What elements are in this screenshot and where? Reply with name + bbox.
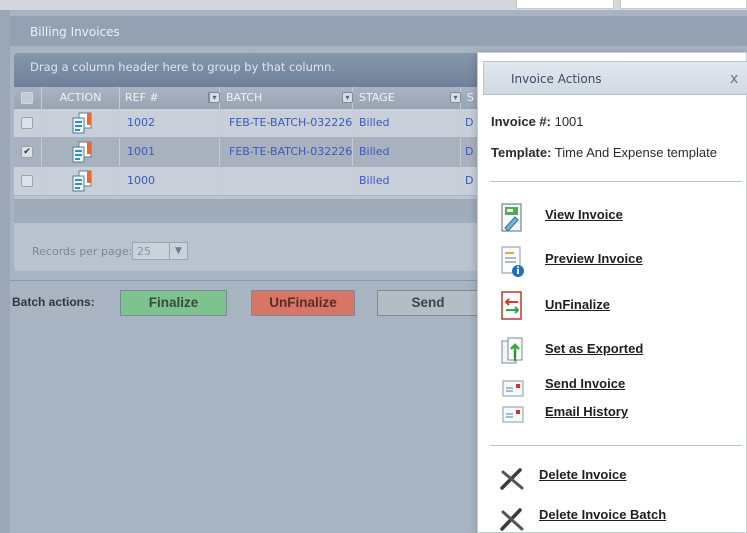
row-checkbox[interactable]	[21, 117, 33, 129]
row-stage: Billed	[353, 167, 461, 195]
row-checkbox[interactable]	[21, 175, 33, 187]
records-per-page-select[interactable]: 25 ▼	[132, 242, 188, 260]
email-history-icon[interactable]	[502, 406, 524, 423]
column-action[interactable]: ACTION	[42, 87, 120, 109]
records-per-page-value: 25	[137, 245, 151, 258]
preview-invoice-icon[interactable]	[500, 246, 526, 278]
column-batch[interactable]: BATCH ▾	[209, 87, 353, 109]
panel-header: Billing Invoices	[10, 16, 747, 46]
left-rail	[0, 10, 10, 533]
column-batch-label: BATCH	[226, 91, 263, 104]
invoices-grid: Drag a column header here to group by th…	[14, 53, 479, 271]
row-ref[interactable]: 1000	[120, 167, 220, 195]
row-select-cell	[14, 109, 42, 137]
invoice-template: Template: Time And Expense template	[491, 145, 717, 160]
invoice-action-icon[interactable]	[70, 141, 94, 164]
finalize-button[interactable]: Finalize	[120, 290, 227, 316]
divider	[10, 280, 480, 281]
top-tab[interactable]	[516, 0, 614, 9]
table-row[interactable]: 1000 Billed D	[14, 167, 479, 196]
template-label: Template:	[491, 145, 552, 160]
row-ref[interactable]: 1001	[120, 138, 220, 166]
table-row[interactable]: ✔ 1001 FEB-TE-BATCH-032226 Billed D	[14, 138, 479, 167]
grid-footer: Records per page: 25 ▼	[14, 224, 479, 271]
separator	[490, 445, 742, 446]
grid-header: ACTION REF # ▾ BATCH ▾ STAGE ▾ S ▾	[14, 87, 479, 109]
view-invoice-link[interactable]: View Invoice	[545, 207, 623, 222]
send-invoice-icon[interactable]	[502, 380, 524, 397]
header-select-all[interactable]	[14, 87, 42, 109]
select-all-checkbox[interactable]	[21, 92, 33, 104]
row-batch[interactable]: FEB-TE-BATCH-032226	[220, 109, 353, 137]
grid-empty-row	[14, 199, 479, 223]
set-exported-icon[interactable]	[500, 337, 526, 367]
unfinalize-icon[interactable]	[500, 291, 524, 321]
row-action-cell	[42, 138, 120, 166]
row-action-cell	[42, 109, 120, 137]
delete-invoice-batch-link[interactable]: Delete Invoice Batch	[539, 507, 666, 522]
dialog-title: Invoice Actions	[511, 72, 602, 86]
close-icon[interactable]: x	[730, 71, 738, 87]
top-strip	[0, 0, 747, 10]
row-batch[interactable]: FEB-TE-BATCH-032226	[220, 138, 353, 166]
row-stage: Billed	[353, 109, 461, 137]
top-tab[interactable]	[620, 0, 747, 9]
invoice-number: Invoice #: 1001	[491, 114, 584, 129]
invoice-number-label: Invoice #:	[491, 114, 551, 129]
delete-batch-icon[interactable]	[498, 505, 526, 531]
unfinalize-button[interactable]: UnFinalize	[251, 290, 355, 316]
column-stage-label: STAGE	[359, 91, 395, 104]
delete-invoice-link[interactable]: Delete Invoice	[539, 467, 626, 482]
column-action-label: ACTION	[59, 91, 102, 104]
panel-title: Billing Invoices	[30, 25, 120, 39]
row-select-cell	[14, 167, 42, 195]
row-select-cell: ✔	[14, 138, 42, 166]
invoice-number-value: 1001	[554, 114, 584, 129]
view-invoice-icon[interactable]	[500, 203, 524, 233]
column-menu-icon[interactable]: ▾	[209, 92, 220, 103]
group-by-bar[interactable]: Drag a column header here to group by th…	[14, 53, 479, 87]
column-stage[interactable]: STAGE ▾	[342, 87, 461, 109]
row-stage: Billed	[353, 138, 461, 166]
row-action-cell	[42, 167, 120, 195]
invoice-actions-dialog: Invoice Actions x Invoice #: 1001 Templa…	[477, 52, 747, 533]
invoice-action-icon[interactable]	[70, 112, 94, 135]
set-exported-link[interactable]: Set as Exported	[545, 341, 643, 356]
dialog-header: Invoice Actions x	[483, 61, 747, 95]
row-ref[interactable]: 1002	[120, 109, 220, 137]
invoice-action-icon[interactable]	[70, 170, 94, 193]
template-value: Time And Expense template	[554, 145, 717, 160]
row-checkbox[interactable]: ✔	[21, 146, 33, 158]
column-ref[interactable]: REF # ▾	[120, 87, 220, 109]
batch-actions-label: Batch actions:	[12, 295, 95, 309]
column-menu-icon[interactable]: ▾	[342, 92, 353, 103]
row-batch[interactable]	[220, 167, 353, 195]
unfinalize-link[interactable]: UnFinalize	[545, 297, 610, 312]
table-row[interactable]: 1002 FEB-TE-BATCH-032226 Billed D	[14, 109, 479, 138]
records-per-page-label: Records per page:	[32, 245, 133, 258]
column-ref-label: REF #	[125, 91, 159, 104]
send-button[interactable]: Send	[377, 290, 479, 316]
preview-invoice-link[interactable]: Preview Invoice	[545, 251, 643, 266]
send-invoice-link[interactable]: Send Invoice	[545, 376, 625, 391]
separator	[490, 181, 742, 182]
column-menu-icon[interactable]: ▾	[450, 92, 461, 103]
delete-invoice-icon[interactable]	[498, 466, 526, 490]
column-s-label: S	[467, 91, 474, 104]
email-history-link[interactable]: Email History	[545, 404, 628, 419]
group-hint: Drag a column header here to group by th…	[30, 60, 336, 74]
chevron-down-icon[interactable]: ▼	[169, 243, 187, 259]
